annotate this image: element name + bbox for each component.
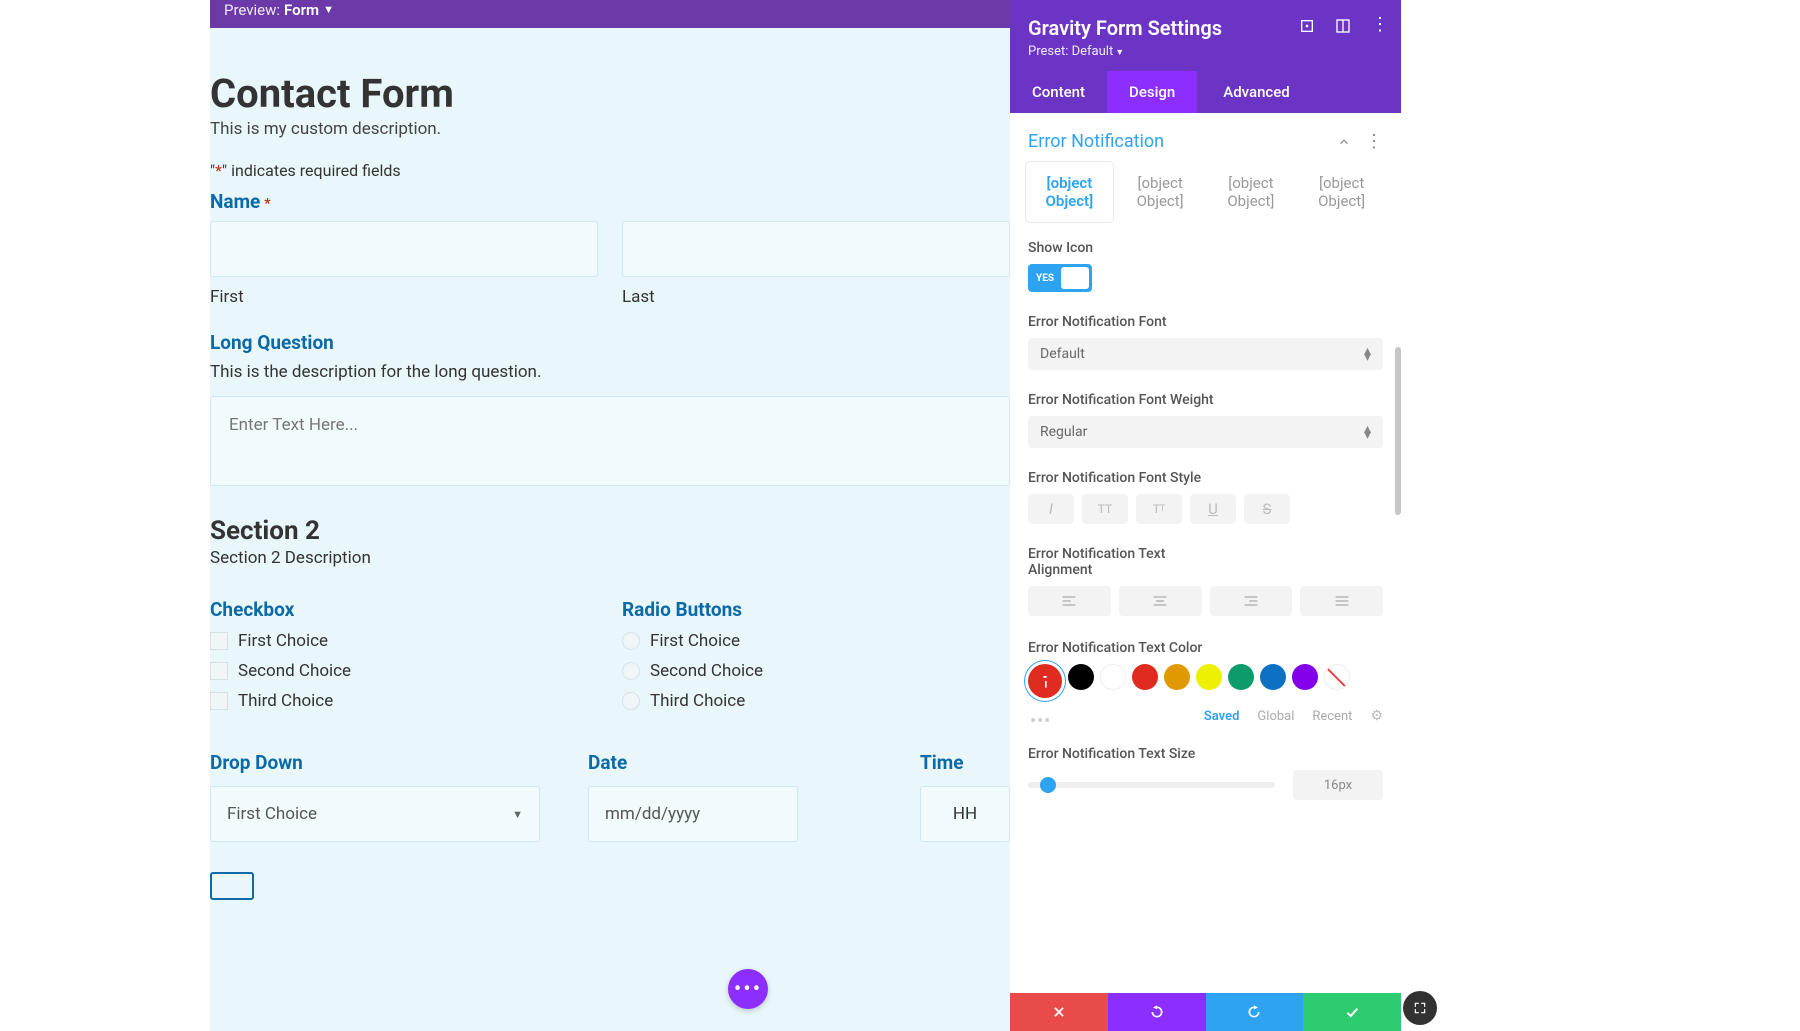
- section-2-title: Section 2: [210, 516, 1010, 546]
- resize-handle-fab[interactable]: [1403, 991, 1437, 1025]
- align-right-button[interactable]: [1210, 586, 1293, 616]
- uppercase-button[interactable]: TT: [1082, 494, 1128, 524]
- tab-design[interactable]: Design: [1107, 71, 1197, 113]
- section-more-icon[interactable]: ⋮: [1365, 137, 1383, 147]
- first-name-input[interactable]: [210, 221, 598, 277]
- sub-tab[interactable]: [object Object]: [1298, 162, 1385, 222]
- first-sublabel: First: [210, 287, 598, 307]
- align-justify-button[interactable]: [1300, 586, 1383, 616]
- redo-button[interactable]: [1206, 993, 1304, 1031]
- select-arrows-icon: ▴▾: [1364, 426, 1371, 438]
- show-icon-label: Show Icon: [1010, 232, 1401, 264]
- font-select[interactable]: Default ▴▾: [1028, 338, 1383, 370]
- time-label: Time: [920, 751, 1010, 774]
- checkbox-icon: [210, 662, 228, 680]
- color-swatch-active[interactable]: [1028, 664, 1062, 698]
- dropdown-label: Drop Down: [210, 751, 540, 774]
- italic-button[interactable]: I: [1028, 494, 1074, 524]
- show-icon-toggle[interactable]: YES: [1028, 264, 1092, 292]
- expand-icon[interactable]: [1299, 18, 1315, 34]
- long-question-label: Long Question: [210, 331, 1010, 354]
- module-actions-fab[interactable]: •••: [728, 969, 768, 1009]
- time-hh-input[interactable]: HH: [920, 786, 1010, 842]
- palette-saved[interactable]: Saved: [1204, 709, 1240, 724]
- chevron-up-icon: [1337, 135, 1351, 149]
- long-question-desc: This is the description for the long que…: [210, 362, 1010, 382]
- section-error-notification[interactable]: Error Notification ⋮: [1010, 113, 1401, 162]
- dropdown-select[interactable]: First Choice ▼: [210, 786, 540, 842]
- checkbox-choice[interactable]: Second Choice: [210, 661, 598, 681]
- name-label: Name*: [210, 190, 1010, 213]
- radio-choice[interactable]: Third Choice: [622, 691, 1010, 711]
- align-center-button[interactable]: [1119, 586, 1202, 616]
- radio-choice[interactable]: Second Choice: [622, 661, 1010, 681]
- section-2-desc: Section 2 Description: [210, 548, 1010, 568]
- color-swatch[interactable]: [1196, 664, 1222, 690]
- tab-content[interactable]: Content: [1010, 71, 1107, 113]
- form-title: Contact Form: [210, 56, 1010, 119]
- last-sublabel: Last: [622, 287, 1010, 307]
- eyedropper-icon: [1035, 671, 1055, 691]
- submit-button[interactable]: [210, 872, 254, 900]
- checkbox-choice[interactable]: Third Choice: [210, 691, 598, 711]
- size-label: Error Notification Text Size: [1010, 738, 1401, 770]
- color-label: Error Notification Text Color: [1010, 632, 1401, 664]
- palette-recent[interactable]: Recent: [1312, 709, 1352, 724]
- radio-icon: [622, 632, 640, 650]
- color-swatch[interactable]: [1068, 664, 1094, 690]
- checkbox-choice[interactable]: First Choice: [210, 631, 598, 651]
- sub-tab[interactable]: [object Object]: [1026, 162, 1113, 222]
- preset-selector[interactable]: Preset: Default▼: [1028, 44, 1383, 59]
- underline-button[interactable]: U: [1190, 494, 1236, 524]
- preview-mode: Form: [284, 0, 319, 20]
- color-swatch[interactable]: [1228, 664, 1254, 690]
- last-name-input[interactable]: [622, 221, 1010, 277]
- weight-label: Error Notification Font Weight: [1010, 384, 1401, 416]
- radio-label: Radio Buttons: [622, 598, 1010, 621]
- checkbox-label: Checkbox: [210, 598, 598, 621]
- size-input[interactable]: 16px: [1293, 770, 1383, 800]
- date-label: Date: [588, 751, 798, 774]
- checkbox-icon: [210, 632, 228, 650]
- size-slider[interactable]: [1028, 782, 1275, 788]
- more-colors-icon[interactable]: •••: [1010, 711, 1051, 732]
- align-left-button[interactable]: [1028, 586, 1111, 616]
- save-button[interactable]: [1303, 993, 1401, 1031]
- undo-button[interactable]: [1108, 993, 1206, 1031]
- font-label: Error Notification Font: [1010, 306, 1401, 338]
- preview-label: Preview:: [224, 0, 280, 20]
- tab-advanced[interactable]: Advanced: [1197, 71, 1315, 113]
- style-label: Error Notification Font Style: [1010, 462, 1401, 494]
- color-swatch[interactable]: [1260, 664, 1286, 690]
- preview-bar[interactable]: Preview: Form ▼: [210, 0, 1010, 28]
- chevron-down-icon: ▼: [512, 808, 523, 821]
- color-swatch[interactable]: [1164, 664, 1190, 690]
- sub-tab[interactable]: [object Object]: [1117, 162, 1204, 222]
- radio-icon: [622, 662, 640, 680]
- smallcaps-button[interactable]: TT: [1136, 494, 1182, 524]
- form-description: This is my custom description.: [210, 119, 1010, 139]
- checkbox-icon: [210, 692, 228, 710]
- gear-icon[interactable]: ⚙: [1370, 708, 1383, 724]
- palette-global[interactable]: Global: [1257, 709, 1294, 724]
- date-input[interactable]: mm/dd/yyyy: [588, 786, 798, 842]
- discard-button[interactable]: [1010, 993, 1108, 1031]
- color-swatch[interactable]: [1100, 664, 1126, 690]
- select-arrows-icon: ▴▾: [1364, 348, 1371, 360]
- required-note: "*" indicates required fields: [210, 161, 1010, 180]
- more-icon[interactable]: ⋮: [1371, 18, 1389, 34]
- sub-tab[interactable]: [object Object]: [1208, 162, 1295, 222]
- color-swatch[interactable]: [1292, 664, 1318, 690]
- scrollbar[interactable]: [1395, 347, 1401, 515]
- weight-select[interactable]: Regular ▴▾: [1028, 416, 1383, 448]
- align-label: Error Notification Text Alignment: [1010, 538, 1190, 586]
- radio-choice[interactable]: First Choice: [622, 631, 1010, 651]
- color-swatch-none[interactable]: [1324, 664, 1350, 690]
- layout-icon[interactable]: [1335, 18, 1351, 34]
- color-swatch[interactable]: [1132, 664, 1158, 690]
- long-question-textarea[interactable]: Enter Text Here...: [210, 396, 1010, 486]
- radio-icon: [622, 692, 640, 710]
- strikethrough-button[interactable]: S: [1244, 494, 1290, 524]
- caret-down-icon: ▼: [323, 0, 334, 20]
